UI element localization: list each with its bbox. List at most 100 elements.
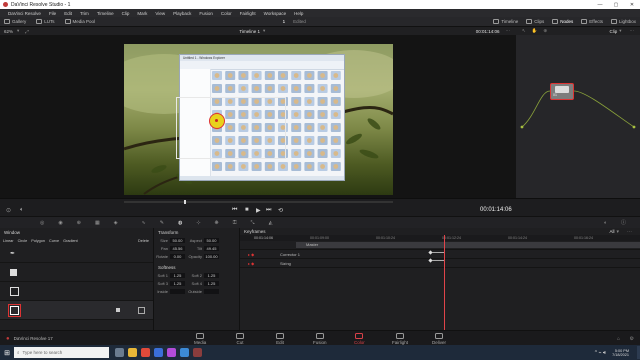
timeline-button[interactable]: Timeline: [493, 19, 518, 24]
outside-field[interactable]: [204, 289, 219, 294]
soft1-field[interactable]: 1.25: [170, 273, 185, 278]
menu-item[interactable]: Fairlight: [240, 11, 256, 16]
search-box[interactable]: ⌕ Type here to search: [14, 347, 109, 358]
menu-item[interactable]: Edit: [64, 11, 72, 16]
keyframe-row-master[interactable]: Master: [240, 241, 640, 250]
window-row-active[interactable]: [0, 301, 153, 320]
chevron-down-icon[interactable]: ▾: [17, 28, 19, 34]
video-frame[interactable]: Untitled 1 - Windows Explorer: [124, 44, 393, 195]
opacity-field[interactable]: 100.00: [204, 254, 219, 259]
start-icon[interactable]: ⊞: [0, 349, 14, 357]
window-row-gradient[interactable]: [0, 263, 153, 282]
menu-item[interactable]: Timeline: [97, 11, 114, 16]
menu-item[interactable]: Playback: [173, 11, 191, 16]
timeline-name[interactable]: Timeline 1: [239, 29, 260, 34]
key-icon[interactable]: ⚿: [233, 220, 237, 226]
stop-button[interactable]: ■: [245, 207, 249, 213]
qualifier-icon[interactable]: ✎: [160, 220, 164, 226]
soft4-field[interactable]: 1.25: [204, 281, 219, 286]
shape-linear-button[interactable]: Linear: [3, 239, 14, 243]
loop-button[interactable]: ⟲: [278, 207, 283, 214]
task-view-icon[interactable]: [115, 348, 124, 357]
window-invert-icon[interactable]: [138, 306, 145, 314]
first-frame-button[interactable]: ⏮: [232, 207, 237, 214]
node-mode[interactable]: Clip: [609, 29, 617, 34]
zoom-icon[interactable]: ⊕: [543, 28, 547, 34]
info-icon[interactable]: ⓘ: [621, 219, 626, 226]
keyframes-options-icon[interactable]: ⋯: [627, 229, 632, 235]
menu-item[interactable]: Clip: [122, 11, 130, 16]
node-options-icon[interactable]: ⋯: [630, 28, 635, 34]
app-blue-icon[interactable]: [154, 348, 163, 357]
sizing-expand-icon[interactable]: ▸ ◆: [240, 261, 304, 266]
page-color[interactable]: Color: [354, 332, 365, 345]
shape-polygon-button[interactable]: Polygon: [31, 239, 45, 243]
resolve-taskbar-icon[interactable]: [193, 348, 202, 357]
lightbox-button[interactable]: Lightbox: [610, 19, 636, 24]
keyframe-filter[interactable]: All: [609, 229, 614, 234]
power-window-outline[interactable]: [176, 97, 286, 159]
zoom-level[interactable]: 62%: [4, 29, 13, 34]
3d-icon[interactable]: ◭: [269, 220, 273, 226]
scrub-bar[interactable]: [124, 200, 393, 204]
tray-icons[interactable]: ^ ⌁ 🔊︎: [595, 350, 606, 356]
nodes-button[interactable]: Nodes: [552, 19, 573, 24]
mode-dropdown-icon[interactable]: ▾: [619, 28, 621, 34]
motion-effects-icon[interactable]: ◈: [114, 220, 118, 226]
soft3-field[interactable]: 1.25: [170, 281, 185, 286]
shape-gradient-button[interactable]: Gradient: [63, 239, 78, 243]
timeline-dropdown-icon[interactable]: ▾: [263, 28, 265, 34]
curves-icon[interactable]: ∿: [142, 220, 146, 226]
shape-circle-button[interactable]: Circle: [18, 239, 28, 243]
camera-raw-icon[interactable]: ◎: [40, 220, 44, 226]
minimize-icon[interactable]: —: [592, 2, 608, 8]
menu-item[interactable]: Fusion: [199, 11, 213, 16]
effects-button[interactable]: Effects: [581, 19, 603, 24]
home-icon[interactable]: ⌂: [617, 336, 620, 342]
settings-icon[interactable]: ⚙: [630, 336, 634, 342]
page-edit[interactable]: Edit: [276, 332, 284, 345]
menu-item[interactable]: DaVinci Resolve: [8, 11, 41, 16]
hand-icon[interactable]: ✋: [532, 28, 538, 34]
menu-item[interactable]: Mark: [137, 11, 147, 16]
viewer-mode-icon[interactable]: ⊙: [6, 207, 11, 214]
close-icon[interactable]: ✕: [624, 2, 640, 8]
window-tool-icon[interactable]: ◍: [178, 220, 182, 226]
page-deliver[interactable]: Deliver: [432, 332, 446, 345]
media-pool-button[interactable]: Media Pool: [64, 19, 95, 24]
shape-curve-button[interactable]: Curve: [49, 239, 59, 243]
pan-field[interactable]: 45.56: [170, 246, 185, 251]
menu-item[interactable]: Help: [294, 11, 303, 16]
node-editor[interactable]: 01: [516, 35, 640, 198]
menu-item[interactable]: Color: [221, 11, 232, 16]
clock-date[interactable]: 7/18/2021: [612, 353, 629, 357]
viewer-options-icon[interactable]: ⋯: [506, 28, 511, 34]
page-cut[interactable]: Cut: [236, 332, 244, 345]
color-wheels-icon[interactable]: ⊕: [77, 220, 81, 226]
last-frame-button[interactable]: ⏭: [266, 207, 271, 214]
page-media[interactable]: Media: [194, 332, 206, 345]
window-row-curve[interactable]: ✒: [0, 244, 153, 263]
sizing-icon[interactable]: ⤡: [251, 220, 255, 226]
page-fairlight[interactable]: Fairlight: [392, 332, 408, 345]
brave-icon[interactable]: [141, 348, 150, 357]
clips-button[interactable]: Clips: [526, 19, 544, 24]
premiere-icon[interactable]: [167, 348, 176, 357]
menu-item[interactable]: Workspace: [264, 11, 286, 16]
window-row-square[interactable]: [0, 282, 153, 301]
expand-icon[interactable]: ⤢: [25, 29, 29, 34]
play-button[interactable]: ▶: [256, 207, 261, 214]
rotate-field[interactable]: 0.00: [170, 254, 185, 259]
gallery-button[interactable]: Gallery: [4, 19, 26, 24]
page-fusion[interactable]: Fusion: [313, 332, 327, 345]
file-explorer-icon[interactable]: [128, 348, 137, 357]
menu-item[interactable]: Trim: [80, 11, 89, 16]
scrub-playhead[interactable]: [184, 200, 186, 204]
menu-item[interactable]: View: [155, 11, 165, 16]
blur-icon[interactable]: ❋: [215, 220, 219, 226]
aspect-field[interactable]: 50.00: [204, 238, 219, 243]
rgb-mixer-icon[interactable]: ▦: [95, 220, 100, 226]
luts-button[interactable]: LUTs: [36, 19, 55, 24]
photoshop-icon[interactable]: [180, 348, 189, 357]
tracker-icon[interactable]: ⊹: [196, 220, 200, 226]
